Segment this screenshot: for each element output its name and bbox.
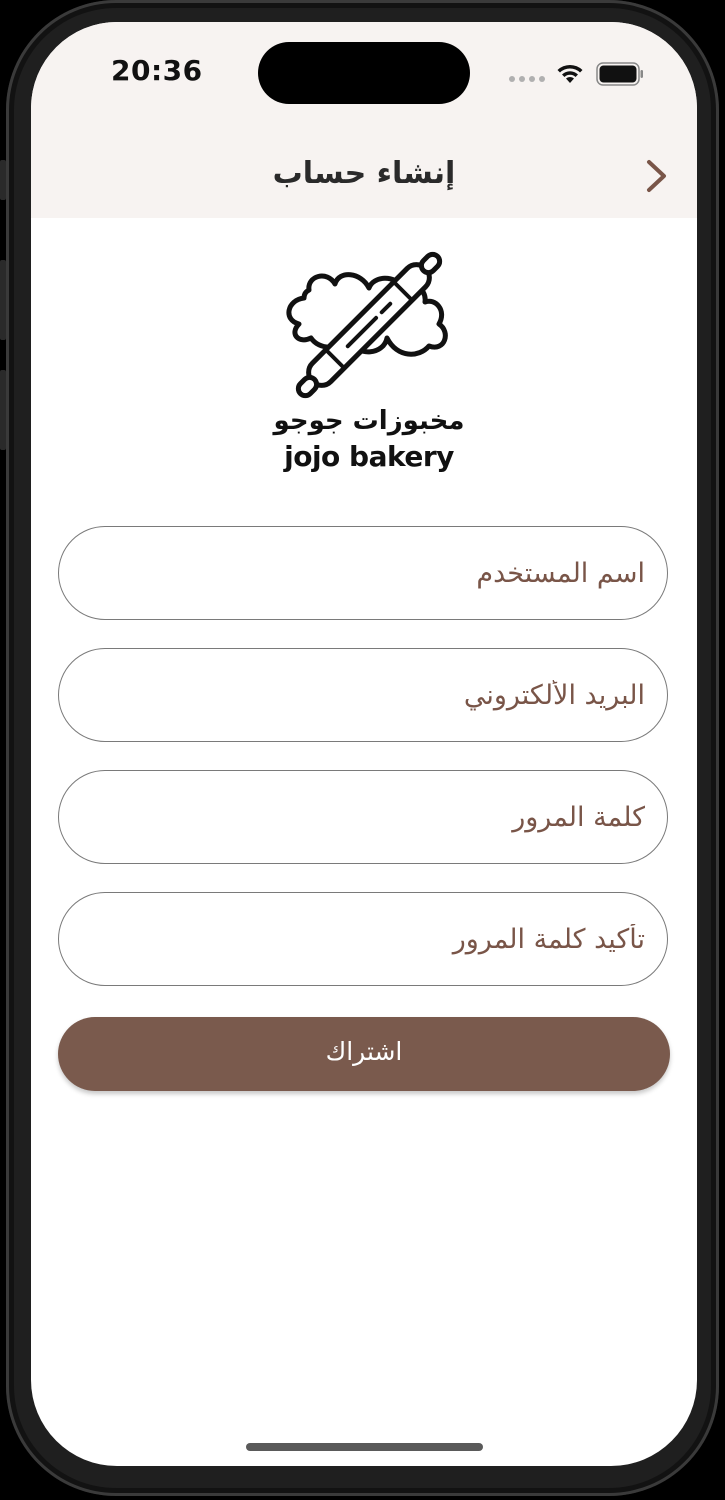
signup-button[interactable]: اشتراك [58, 1017, 670, 1091]
confirm-password-input[interactable] [83, 893, 647, 986]
cellular-signal-icon [509, 76, 545, 82]
side-button [0, 160, 6, 200]
side-button [0, 370, 6, 450]
logo-text-english: jojo bakery [284, 440, 454, 473]
home-indicator[interactable] [246, 1443, 483, 1451]
logo-text-arabic: مخبوزات جوجو [273, 406, 465, 436]
rolling-pin-dough-icon [286, 251, 448, 399]
confirm-password-field[interactable] [58, 892, 668, 986]
chevron-right-icon [647, 160, 666, 192]
email-input[interactable] [83, 649, 647, 742]
battery-icon [596, 62, 643, 86]
navigation-bar: إنشاء حساب [31, 132, 697, 218]
back-button[interactable] [631, 152, 679, 200]
wifi-icon [557, 64, 583, 83]
dynamic-island [258, 42, 470, 104]
password-input[interactable] [83, 771, 647, 864]
page-title: إنشاء حساب [272, 156, 456, 191]
screen: 20:36 إنشاء حساب مخبوزات جوجو jojo baker… [31, 22, 697, 1466]
email-field[interactable] [58, 648, 668, 742]
signup-button-label: اشتراك [325, 1037, 403, 1066]
side-button [0, 260, 6, 340]
status-time: 20:36 [111, 54, 203, 87]
bakery-logo: مخبوزات جوجو jojo bakery [269, 240, 469, 480]
username-field[interactable] [58, 526, 668, 620]
password-field[interactable] [58, 770, 668, 864]
username-input[interactable] [83, 527, 647, 620]
